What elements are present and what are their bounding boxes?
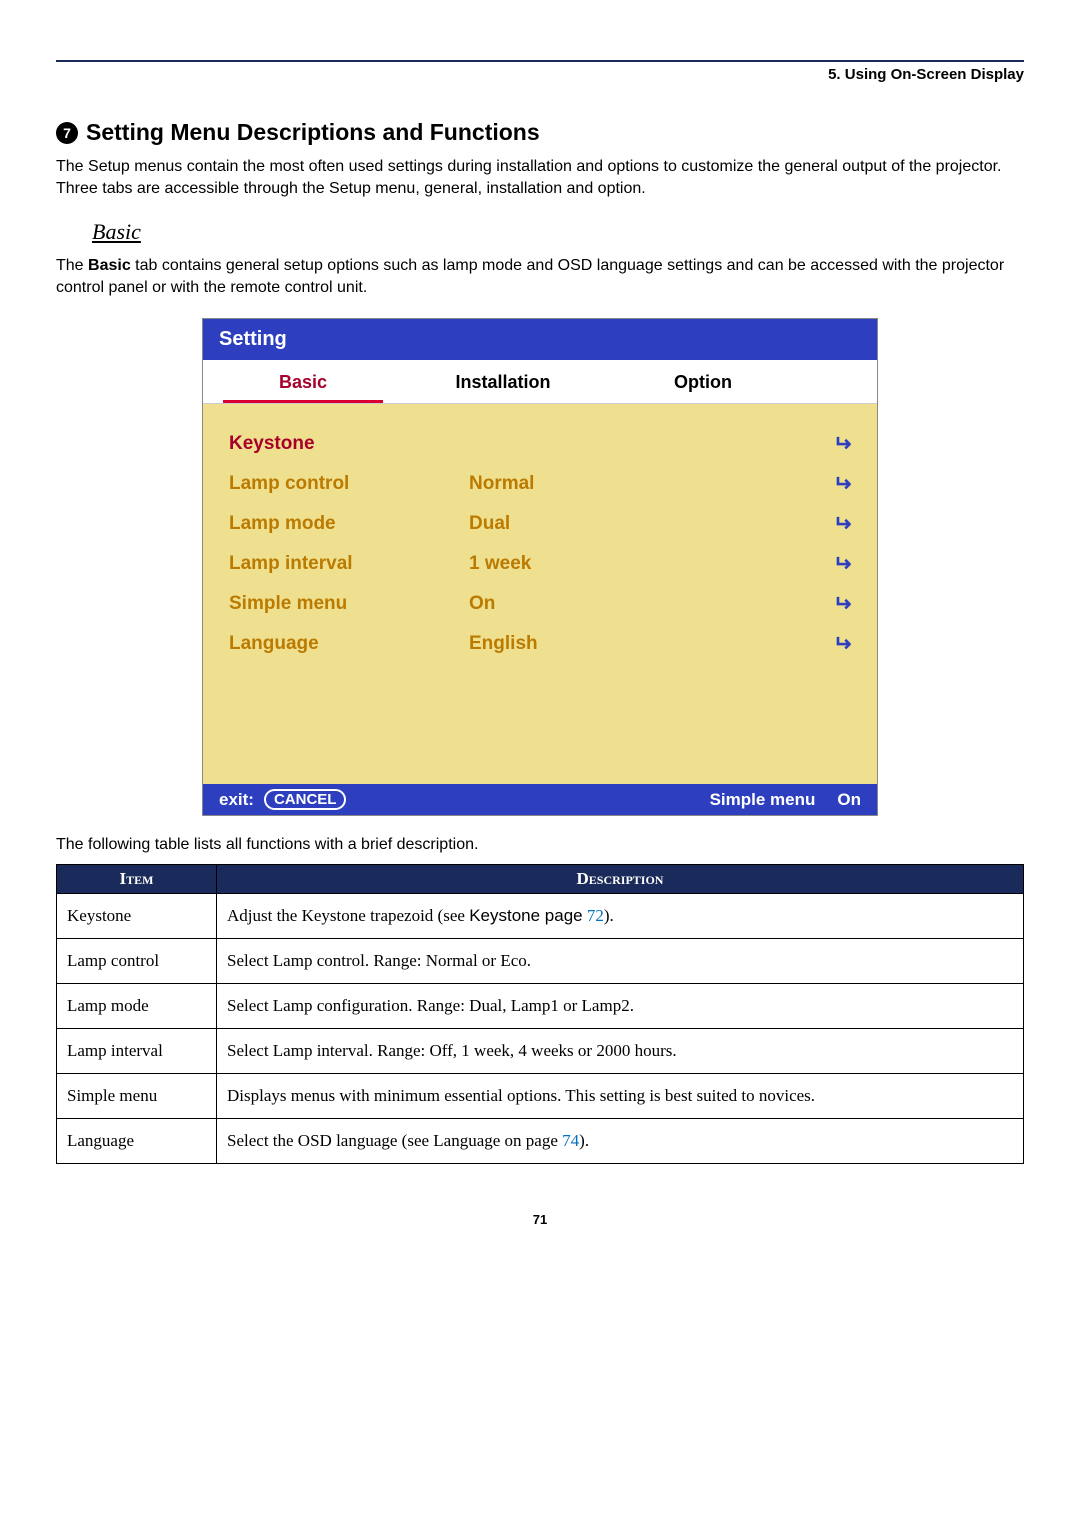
cell-desc: Displays menus with minimum essential op… [217,1074,1024,1119]
section-title-text: Setting Menu Descriptions and Functions [86,119,540,146]
osd-panel: Setting Basic Installation Option Keysto… [202,318,878,816]
footer-right-value: On [837,790,861,810]
th-item: Item [57,865,217,894]
basic-paragraph: The Basic tab contains general setup opt… [56,255,1024,298]
cell-item: Lamp control [57,939,217,984]
table-row: Keystone Adjust the Keystone trapezoid (… [57,894,1024,939]
enter-icon: ↵ [833,551,851,577]
cell-desc: Select Lamp control. Range: Normal or Ec… [217,939,1024,984]
cell-item: Lamp mode [57,984,217,1029]
cell-item: Lamp interval [57,1029,217,1074]
table-row: Lamp mode Select Lamp configuration. Ran… [57,984,1024,1029]
exit-label: exit: [219,790,254,810]
section-title: 7 Setting Menu Descriptions and Function… [56,119,1024,146]
osd-row-keystone[interactable]: Keystone ↵ [229,424,851,464]
table-row: Simple menu Displays menus with minimum … [57,1074,1024,1119]
cell-item: Keystone [57,894,217,939]
osd-value: 1 week [469,553,813,575]
osd-row-lamp-interval[interactable]: Lamp interval 1 week ↵ [229,544,851,584]
osd-body: Keystone ↵ Lamp control Normal ↵ Lamp mo… [203,404,877,784]
table-row: Language Select the OSD language (see La… [57,1119,1024,1164]
osd-label: Lamp control [229,473,459,495]
osd-row-language[interactable]: Language English ↵ [229,624,851,664]
cell-item: Language [57,1119,217,1164]
osd-value: English [469,633,813,655]
enter-icon: ↵ [833,431,851,457]
enter-icon: ↵ [833,631,851,657]
enter-icon: ↵ [833,591,851,617]
table-intro: The following table lists all functions … [56,836,1024,854]
cell-desc: Select the OSD language (see Language on… [217,1119,1024,1164]
tab-option[interactable]: Option [603,360,803,403]
osd-label: Lamp interval [229,553,459,575]
osd-value: On [469,593,813,615]
th-description: Description [217,865,1024,894]
subheading-basic: Basic [92,219,1024,245]
osd-row-lamp-control[interactable]: Lamp control Normal ↵ [229,464,851,504]
cancel-button[interactable]: CANCEL [264,789,347,810]
cell-desc: Adjust the Keystone trapezoid (see Keyst… [217,894,1024,939]
osd-value: Normal [469,473,813,495]
cell-desc: Select Lamp configuration. Range: Dual, … [217,984,1024,1029]
tab-installation[interactable]: Installation [403,360,603,403]
tab-basic[interactable]: Basic [203,360,403,403]
intro-paragraph: The Setup menus contain the most often u… [56,156,1024,199]
description-table: Item Description Keystone Adjust the Key… [56,864,1024,1164]
osd-tab-bar: Basic Installation Option [203,360,877,404]
osd-value: Dual [469,513,813,535]
page-number: 71 [56,1212,1024,1227]
osd-row-lamp-mode[interactable]: Lamp mode Dual ↵ [229,504,851,544]
cell-item: Simple menu [57,1074,217,1119]
osd-label: Lamp mode [229,513,459,535]
chapter-heading: 5. Using On-Screen Display [56,66,1024,83]
osd-title: Setting [203,319,877,360]
osd-footer: exit: CANCEL Simple menu On [203,784,877,815]
osd-label: Language [229,633,459,655]
enter-icon: ↵ [833,471,851,497]
section-number-icon: 7 [56,122,78,144]
table-row: Lamp control Select Lamp control. Range:… [57,939,1024,984]
footer-right-label: Simple menu [710,790,816,810]
cell-desc: Select Lamp interval. Range: Off, 1 week… [217,1029,1024,1074]
table-row: Lamp interval Select Lamp interval. Rang… [57,1029,1024,1074]
osd-label: Keystone [229,433,459,455]
osd-row-simple-menu[interactable]: Simple menu On ↵ [229,584,851,624]
osd-label: Simple menu [229,593,459,615]
enter-icon: ↵ [833,511,851,537]
